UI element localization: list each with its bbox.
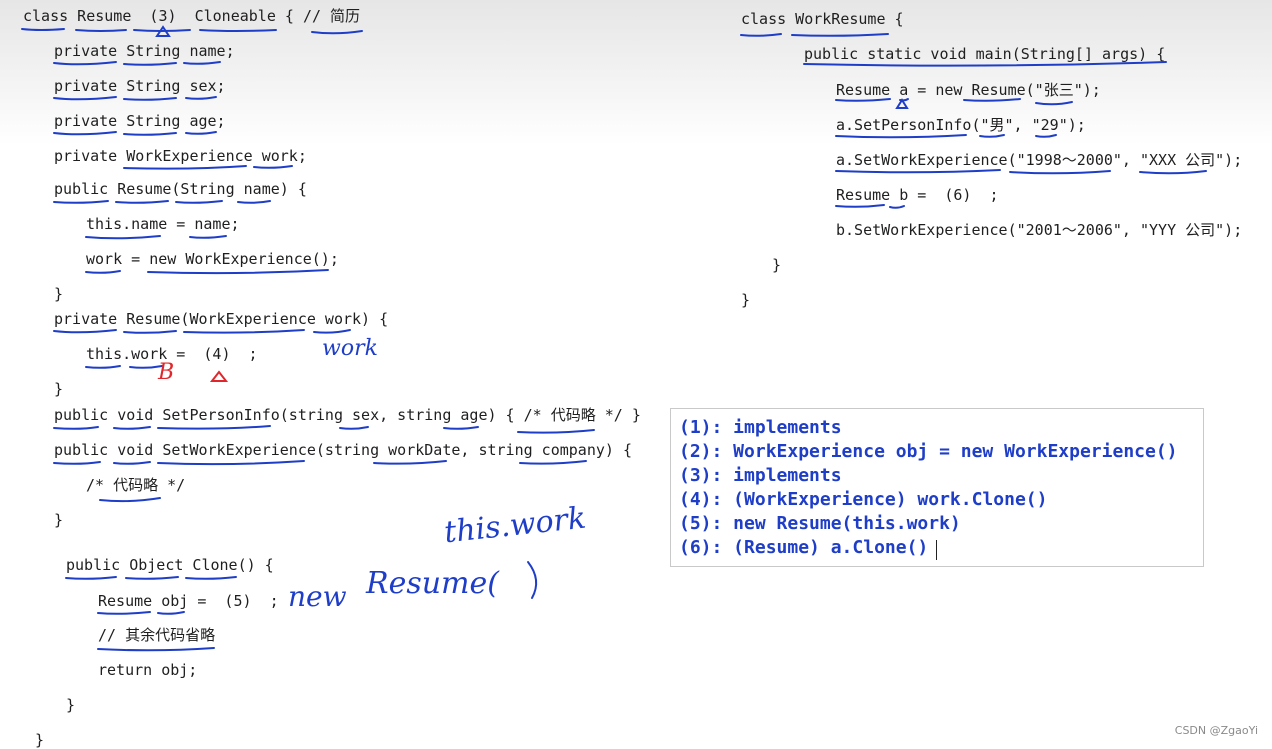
code-line: } (772, 256, 782, 274)
text-cursor (936, 540, 937, 560)
code-line: class Resume (3) Cloneable { // 简历 (23, 7, 361, 25)
code-line: // 其余代码省略 (98, 626, 216, 644)
code-line: Resume a = new Resume("张三"); (836, 81, 1101, 99)
answer-line: (1): implements (679, 417, 842, 438)
code-line: } (741, 291, 751, 309)
answer-line: (5): new Resume(this.work) (679, 513, 961, 534)
code-line: work = new WorkExperience(); (86, 250, 339, 268)
code-line: class WorkResume { (741, 10, 904, 28)
code-line: public Object Clone() { (66, 556, 274, 574)
handwritten-b-note: B (158, 360, 175, 385)
code-line: public static void main(String[] args) { (804, 45, 1166, 63)
code-line: public void SetWorkExperience(string wor… (54, 441, 632, 459)
code-line: public void SetPersonInfo(string sex, st… (54, 406, 641, 424)
answer-line: (2): WorkExperience obj = new WorkExperi… (679, 441, 1178, 462)
code-line: } (35, 731, 45, 749)
code-line: } (54, 380, 64, 398)
code-line: a.SetPersonInfo("男", "29"); (836, 116, 1086, 134)
code-line: return obj; (98, 661, 198, 679)
code-line: } (66, 696, 76, 714)
code-line: } (54, 285, 64, 303)
handwritten-this-work-note: this.work (442, 500, 588, 551)
handwritten-work-note: work (322, 336, 378, 361)
handwritten-new-note: new (288, 580, 347, 613)
code-line: private Resume(WorkExperience work) { (54, 310, 389, 328)
code-line: private WorkExperience work; (54, 147, 307, 165)
code-line: private String name; (54, 42, 235, 60)
code-line: Resume obj = (5) ; (98, 592, 279, 610)
code-line: public Resume(String name) { (54, 180, 307, 198)
answers-panel: (1): implements (2): WorkExperience obj … (670, 408, 1204, 567)
code-line: Resume b = (6) ; (836, 186, 999, 204)
code-line: b.SetWorkExperience("2001～2006", "YYY 公司… (836, 221, 1243, 239)
code-line: } (54, 511, 64, 529)
code-line: private String age; (54, 112, 226, 130)
code-line: this.name = name; (86, 215, 240, 233)
handwritten-resume-note: Resume( (366, 566, 499, 601)
watermark: CSDN @ZgaoYi (1174, 724, 1258, 737)
code-line: a.SetWorkExperience("1998～2000", "XXX 公司… (836, 151, 1243, 169)
answer-line: (4): (WorkExperience) work.Clone() (679, 489, 1048, 510)
answer-line: (3): implements (679, 465, 842, 486)
code-line: private String sex; (54, 77, 226, 95)
answer-line: (6): (Resume) a.Clone() (679, 537, 929, 558)
code-line: /* 代码略 */ (86, 476, 186, 494)
